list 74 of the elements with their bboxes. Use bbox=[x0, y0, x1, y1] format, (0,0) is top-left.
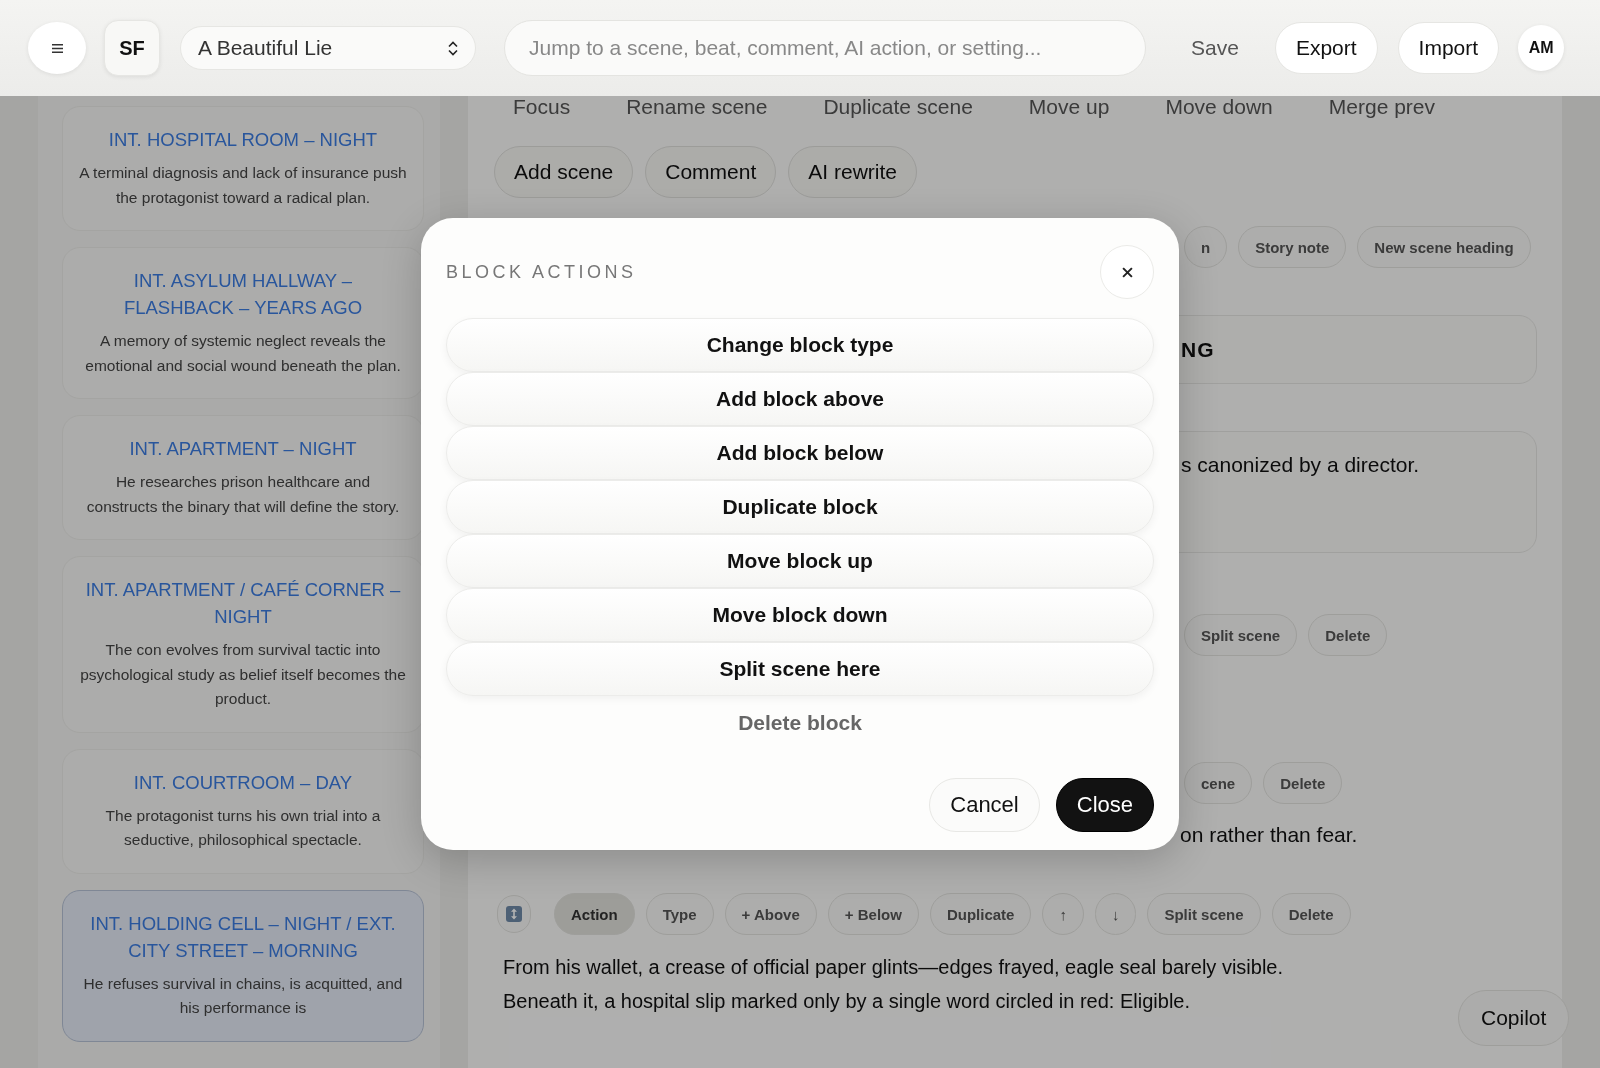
updown-chevron-icon bbox=[447, 40, 459, 56]
menu-icon bbox=[50, 42, 64, 54]
close-icon bbox=[1121, 266, 1133, 278]
scene-card[interactable]: INT. HOLDING CELL – NIGHT / EXT. CITY STREET – MORNING He refuses survival in chains, is acquitted, and his performance is bbox=[62, 889, 424, 1042]
scene-heading: INT. HOLDING CELL – NIGHT / EXT. CITY STREET – MORNING bbox=[89, 911, 397, 963]
block-chip[interactable]: Split scene bbox=[1147, 893, 1261, 935]
close-button[interactable]: Close bbox=[1055, 778, 1154, 832]
block-text: on rather than fear. bbox=[1180, 823, 1358, 846]
updown-arrows-icon bbox=[506, 906, 522, 922]
scene-card[interactable]: INT. APARTMENT – NIGHT He researches prison healthcare and constructs the binary that will define the story. bbox=[62, 415, 424, 540]
block-chip[interactable]: + Below bbox=[827, 893, 919, 935]
action-button[interactable]: Duplicate block bbox=[446, 480, 1154, 534]
scene-card[interactable]: INT. HOSPITAL ROOM – NIGHT A terminal diagnosis and lack of insurance push the protagonist toward a radical plan. bbox=[62, 106, 424, 231]
action-button[interactable]: Split scene here bbox=[446, 642, 1154, 696]
scene-heading: INT. APARTMENT – NIGHT bbox=[128, 437, 358, 461]
scene-card[interactable]: INT. APARTMENT / CAFÉ CORNER – NIGHT The con evolves from survival tactic into psychological study as belief itself becomes the product. bbox=[62, 556, 424, 733]
block-chip[interactable]: Delete bbox=[1263, 762, 1343, 804]
scene-summary: He researches prison healthcare and constructs the binary that will define the story. bbox=[85, 472, 401, 517]
block-text: s canonized by a director. bbox=[1181, 453, 1420, 476]
action-button[interactable]: Add block below bbox=[446, 426, 1154, 480]
block-chip[interactable]: Delete bbox=[1308, 614, 1388, 656]
scene-action-button[interactable]: Move up bbox=[1009, 96, 1129, 118]
scene-button[interactable]: Comment bbox=[645, 146, 777, 198]
scene-action-button[interactable]: Focus bbox=[494, 96, 590, 118]
scene-card[interactable]: INT. ASYLUM HALLWAY – FLASHBACK – YEARS AGO A memory of systemic neglect reveals the emotional and social wound beneath the plan. bbox=[62, 247, 424, 399]
block-chip[interactable]: ↓ bbox=[1094, 893, 1137, 935]
menu-button[interactable] bbox=[28, 22, 86, 74]
block-chip[interactable]: Delete bbox=[1271, 893, 1351, 935]
scene-summary: He refuses survival in chains, is acquitted, and his performance is bbox=[82, 973, 404, 1018]
scene-summary: The con evolves from survival tactic into psychological study as belief itself becomes the product. bbox=[79, 640, 407, 709]
avatar[interactable]: AM bbox=[1518, 25, 1565, 71]
scene-card[interactable]: INT. COURTROOM – DAY The protagonist turns his own trial into a seductive, philosophical spectacle. bbox=[62, 748, 424, 874]
drag-handle[interactable] bbox=[497, 895, 531, 933]
close-button[interactable] bbox=[1100, 245, 1154, 299]
cancel-button[interactable]: Cancel bbox=[929, 778, 1040, 832]
block-chip[interactable]: Split scene bbox=[1184, 614, 1298, 656]
scene-heading: INT. COURTROOM – DAY bbox=[132, 770, 354, 795]
action-button[interactable]: Move block up bbox=[446, 534, 1154, 588]
block-chip[interactable]: Story note bbox=[1238, 226, 1347, 268]
project-select[interactable]: A Beautiful Lie bbox=[180, 26, 476, 70]
delete-button[interactable]: Delete block bbox=[446, 696, 1154, 750]
project-name: A Beautiful Lie bbox=[198, 36, 333, 60]
action-button[interactable]: Add block above bbox=[446, 372, 1154, 426]
block-text: From his wallet, a crease of official paper glints—edges frayed, eagle seal barely visible. Beneath it, a hospital slip marked only by a single word circled in red: Eligible. bbox=[503, 955, 1285, 1014]
block-chip[interactable]: Duplicate bbox=[929, 893, 1032, 935]
scene-heading: INT. ASYLUM HALLWAY – FLASHBACK – YEARS AGO bbox=[122, 269, 364, 320]
scene-action-button[interactable]: Rename scene bbox=[607, 96, 787, 118]
pill-button[interactable]: Export bbox=[1274, 22, 1378, 74]
dialog-title: BLOCK ACTIONS bbox=[446, 261, 637, 283]
heading-text: NG bbox=[1181, 336, 1215, 363]
block-chip[interactable]: New scene heading bbox=[1357, 226, 1531, 268]
scene-button[interactable]: AI rewrite bbox=[788, 146, 917, 198]
block-chip[interactable]: cene bbox=[1184, 762, 1253, 804]
scene-action-button[interactable]: Move down bbox=[1146, 96, 1292, 118]
block-chip[interactable]: Action bbox=[554, 893, 635, 935]
search-field[interactable]: Jump to a scene, beat, comment, AI action, or setting... bbox=[504, 20, 1146, 76]
logo-button[interactable]: SF bbox=[104, 20, 160, 76]
block-chip[interactable]: Type bbox=[645, 893, 714, 935]
scene-summary: The protagonist turns his own trial into a seductive, philosophical spectacle. bbox=[104, 805, 382, 850]
copilot-button[interactable]: Copilot bbox=[1458, 990, 1570, 1046]
pill-button[interactable]: Import bbox=[1397, 22, 1500, 74]
scene-heading: INT. APARTMENT / CAFÉ CORNER – NIGHT bbox=[84, 578, 402, 629]
scene-summary: A memory of systemic neglect reveals the emotional and social wound beneath the plan. bbox=[84, 331, 402, 376]
block-chip[interactable]: ↑ bbox=[1042, 893, 1084, 935]
scene-action-button[interactable]: Duplicate scene bbox=[804, 96, 992, 118]
scene-summary: A terminal diagnosis and lack of insurance push the protagonist toward a radical plan. bbox=[79, 163, 407, 208]
block-chip[interactable]: n bbox=[1184, 226, 1228, 268]
scene-heading: INT. HOSPITAL ROOM – NIGHT bbox=[107, 128, 379, 152]
scene-action-button[interactable]: Merge prev bbox=[1309, 96, 1454, 118]
action-button[interactable]: Move block down bbox=[446, 588, 1154, 642]
block-chip[interactable]: + Above bbox=[724, 893, 817, 935]
text-button[interactable]: Save bbox=[1181, 28, 1249, 68]
action-button[interactable]: Change block type bbox=[446, 318, 1154, 372]
scene-button[interactable]: Add scene bbox=[494, 146, 634, 198]
